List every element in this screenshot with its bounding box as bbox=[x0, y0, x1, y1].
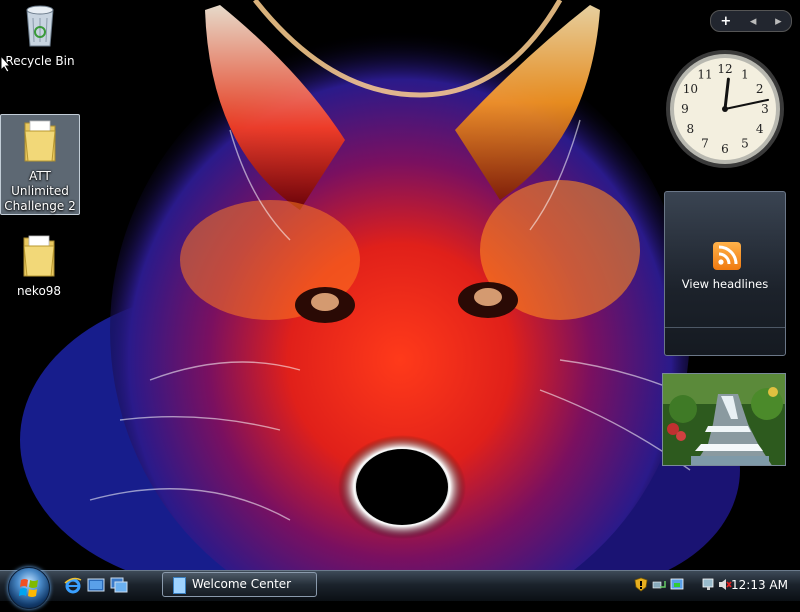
clock-numeral: 12 bbox=[717, 62, 732, 76]
clock-numeral: 7 bbox=[701, 137, 709, 151]
clock-gadget[interactable]: 12 1 2 3 4 5 6 7 8 9 10 11 bbox=[664, 48, 786, 170]
desktop-icon-att-unlimited-challenge-2[interactable]: ATT Unlimited Challenge 2 bbox=[0, 114, 80, 215]
clock-numeral: 8 bbox=[687, 122, 695, 136]
desktop-icon-label: neko98 bbox=[16, 284, 62, 298]
view-headlines-link[interactable]: View headlines bbox=[665, 277, 785, 291]
clock-numeral: 2 bbox=[756, 82, 764, 96]
security-shield-icon[interactable] bbox=[634, 577, 648, 592]
taskbar-button-welcome-center[interactable]: Welcome Center bbox=[162, 572, 317, 597]
desktop-icon-recycle-bin[interactable]: Recycle Bin bbox=[1, 2, 79, 69]
display-icon[interactable] bbox=[702, 577, 716, 592]
internet-explorer-icon[interactable] bbox=[64, 576, 82, 594]
desktop-icon-label-line: Unlimited bbox=[11, 184, 69, 198]
desktop-icon-label-line: Challenge 2 bbox=[4, 199, 76, 213]
clock-numeral: 1 bbox=[741, 67, 749, 81]
system-tray: 12:13 AM bbox=[630, 572, 798, 598]
rss-icon bbox=[713, 242, 741, 270]
clock-numeral: 10 bbox=[683, 82, 698, 96]
clock-numeral: 4 bbox=[756, 122, 764, 136]
clock-numeral: 3 bbox=[761, 102, 769, 116]
clock-numeral: 6 bbox=[721, 142, 729, 156]
windows-start-orb[interactable] bbox=[8, 567, 50, 609]
desktop-icon-label-line: ATT bbox=[29, 169, 51, 183]
slideshow-gadget[interactable] bbox=[662, 373, 786, 466]
waterfall-photo bbox=[663, 374, 785, 465]
windows-logo-icon bbox=[19, 579, 38, 597]
windows-update-icon[interactable] bbox=[670, 577, 684, 592]
show-desktop-icon[interactable] bbox=[87, 576, 105, 594]
desktop-icon-neko98[interactable]: neko98 bbox=[0, 230, 78, 299]
clock-numeral: 5 bbox=[741, 137, 749, 151]
previous-page-button[interactable]: ◂ bbox=[750, 14, 757, 29]
sidebar-toolbar: + ◂ ▸ bbox=[710, 10, 792, 32]
folder-icon bbox=[0, 232, 78, 282]
mouse-pointer-icon bbox=[0, 54, 12, 77]
welcome-center-icon bbox=[173, 577, 186, 594]
desktop-icon-label: Recycle Bin bbox=[5, 54, 75, 68]
next-page-button[interactable]: ▸ bbox=[775, 14, 782, 29]
volume-muted-icon[interactable] bbox=[718, 577, 732, 592]
divider bbox=[665, 327, 785, 328]
clock-face: 12 12 3 45678 9 1011 bbox=[666, 50, 784, 168]
taskbar-button-label: Welcome Center bbox=[192, 577, 292, 591]
folder-icon bbox=[1, 117, 79, 167]
recycle-bin-icon bbox=[1, 4, 79, 52]
feed-headlines-gadget[interactable]: View headlines bbox=[664, 191, 786, 356]
add-gadget-button[interactable]: + bbox=[720, 14, 731, 29]
network-icon[interactable] bbox=[652, 577, 666, 592]
taskbar-clock[interactable]: 12:13 AM bbox=[731, 572, 788, 598]
switch-windows-icon[interactable] bbox=[110, 576, 128, 594]
clock-numeral: 9 bbox=[681, 102, 689, 116]
clock-numeral: 11 bbox=[697, 67, 712, 81]
